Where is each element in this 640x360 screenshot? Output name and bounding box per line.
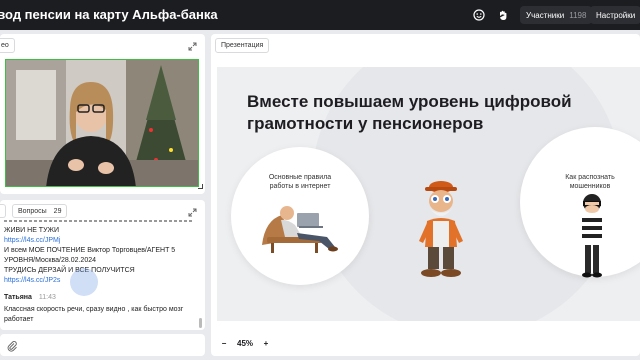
questions-count: 29 xyxy=(53,207,62,215)
chat-link[interactable]: https://l4s.cc/JP2s xyxy=(4,276,60,286)
presentation-tag: Презентация xyxy=(215,38,270,53)
attach-icon[interactable] xyxy=(6,339,18,352)
participants-button[interactable]: Участники 1198 xyxy=(520,6,593,24)
top-bar: евод пенсии на карту Альфа-банка Участни… xyxy=(0,0,640,30)
message-text: Классная скорость речи, сразу видно , ка… xyxy=(4,306,184,313)
settings-label: Настройки xyxy=(596,10,636,20)
message-author: Татьяна xyxy=(4,294,32,301)
emoji-reaction-icon[interactable] xyxy=(470,6,488,24)
message-time: 11:43 xyxy=(38,294,56,301)
settings-button[interactable]: Настройки xyxy=(590,6,640,24)
questions-tab[interactable]: Вопросы 29 xyxy=(12,204,68,218)
slide-title-line: Вместе повышаем уровень цифровой xyxy=(247,92,572,111)
presentation-slide: Вместе повышаем уровень цифровой грамотн… xyxy=(217,67,640,321)
circle-label-line: Основные правила xyxy=(268,174,332,181)
thief-illustration xyxy=(572,193,612,288)
participants-label: Участники xyxy=(526,10,565,20)
chat-line: ЖИВИ НЕ ТУЖИ xyxy=(4,227,60,234)
chat-line: И всем МОЕ ПОЧТЕНИЕ Виктор Торговцев/АГЕ… xyxy=(4,247,176,254)
chat-line: УРОВНЯ/Москва/28.02.2024 xyxy=(4,257,97,264)
circle-label-line: мошенников xyxy=(569,183,611,190)
zoom-in-button[interactable]: + xyxy=(259,339,273,348)
cursor-highlight xyxy=(70,268,98,296)
zoom-controls: − 45% + xyxy=(217,334,273,352)
video-tag: ео xyxy=(0,38,15,53)
scammers-label: Как распознать мошенников xyxy=(555,173,625,191)
internet-rules-label: Основные правила работы в интернет xyxy=(262,173,338,191)
chat-tab[interactable] xyxy=(0,204,6,218)
chat-message-header: Татьяна 11:43 xyxy=(4,293,56,303)
slide-title: Вместе повышаем уровень цифровой грамотн… xyxy=(247,91,572,135)
chat-link[interactable]: https://l4s.cc/JPMj xyxy=(4,236,60,246)
chat-scrollbar[interactable] xyxy=(199,318,202,328)
questions-tab-label: Вопросы xyxy=(18,207,47,215)
speaker-video xyxy=(5,59,199,187)
expand-chat-icon[interactable] xyxy=(186,206,198,218)
video-panel: ео xyxy=(0,34,205,194)
old-man-mascot-illustration xyxy=(413,181,469,286)
resize-handle-icon[interactable] xyxy=(198,184,203,189)
chat-panel: Вопросы 29 ЖИВИ НЕ ТУЖИ https://l4s.cc/J… xyxy=(0,200,205,330)
raise-hand-icon[interactable] xyxy=(494,6,512,24)
zoom-level: 45% xyxy=(237,338,254,348)
slide-title-line: грамотности у пенсионеров xyxy=(247,114,484,133)
expand-video-icon[interactable] xyxy=(186,40,198,52)
cut-off-line xyxy=(4,220,194,224)
man-with-laptop-illustration xyxy=(257,195,347,260)
participants-count: 1198 xyxy=(569,10,587,20)
chat-line: ТРУДИСЬ ДЕРЗАЙ И ВСЕ ПОЛУЧИТСЯ xyxy=(4,267,135,274)
chat-input-bar[interactable] xyxy=(0,334,205,356)
circle-label-line: Как распознать xyxy=(565,174,615,181)
zoom-out-button[interactable]: − xyxy=(217,339,231,348)
webinar-title: евод пенсии на карту Альфа-банка xyxy=(0,7,218,22)
circle-label-line: работы в интернет xyxy=(269,183,331,190)
message-text: работает xyxy=(4,316,34,323)
